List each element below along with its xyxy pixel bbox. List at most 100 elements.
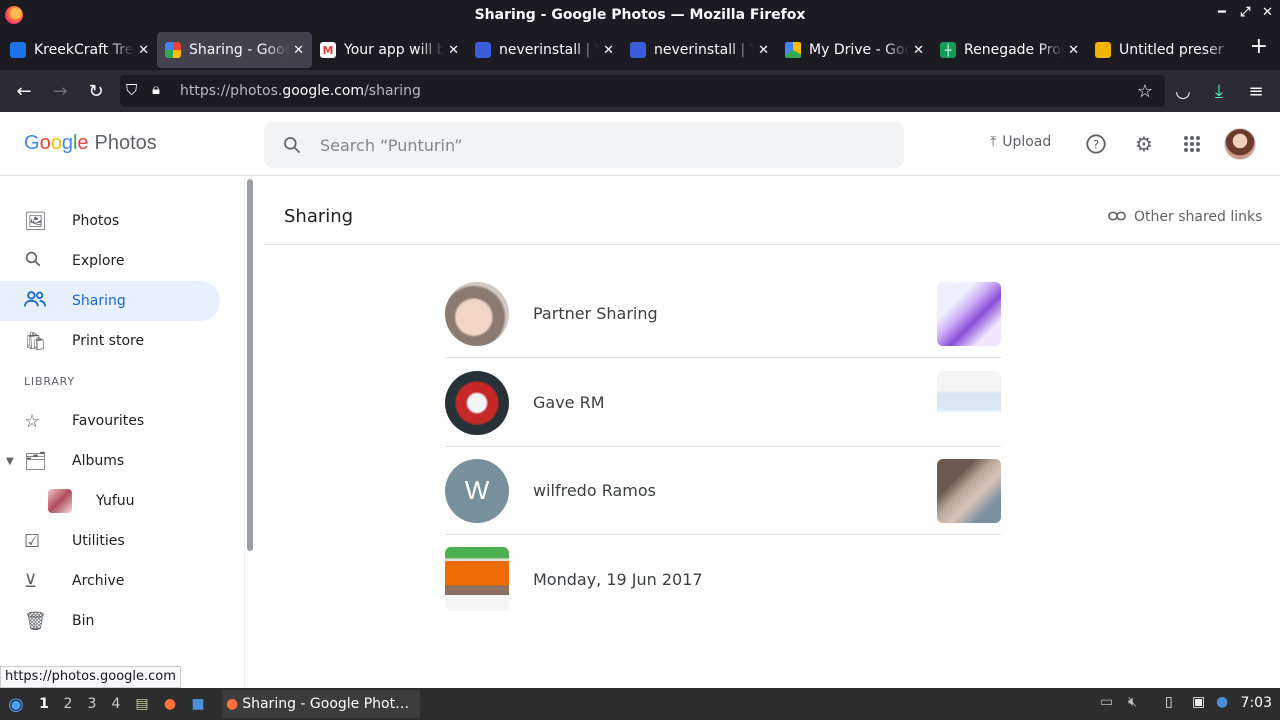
- sidebar-scrollbar[interactable]: [244, 177, 258, 688]
- back-icon[interactable]: ←: [6, 76, 42, 106]
- tab-label: Untitled preser: [1119, 42, 1224, 58]
- shopping-bag-icon: 🛍︎: [24, 330, 47, 352]
- downloads-icon[interactable]: ⤓: [1201, 76, 1237, 106]
- tab-close-icon[interactable]: ✕: [1068, 43, 1079, 58]
- account-avatar[interactable]: [1224, 128, 1256, 160]
- sidebar-item-label: Yufuu: [96, 493, 135, 509]
- tab-close-icon[interactable]: ✕: [913, 43, 924, 58]
- tab-close-icon[interactable]: ✕: [758, 43, 769, 58]
- expand-triangle-icon[interactable]: ▼: [6, 456, 14, 467]
- album-thumbnail: [48, 489, 72, 513]
- sidebar-item-explore[interactable]: Explore: [0, 241, 220, 281]
- bookmark-star-icon[interactable]: ☆: [1127, 76, 1163, 106]
- window-title: Sharing - Google Photos — Mozilla Firefo…: [474, 7, 806, 23]
- sidebar-item-bin[interactable]: 🗑︎ Bin: [0, 601, 220, 641]
- sidebar-item-label: Archive: [72, 573, 125, 589]
- desktop-icon[interactable]: ■: [184, 696, 212, 712]
- firefox-launcher-icon[interactable]: ●: [156, 696, 184, 712]
- sidebar-item-photos[interactable]: 🖼︎ Photos: [0, 201, 220, 241]
- lock-icon[interactable]: 🔒︎: [152, 80, 160, 98]
- neverinstall-favicon-icon: [475, 42, 491, 58]
- url-bar[interactable]: ⛉ 🔒︎ https://photos.google.com/sharing: [120, 75, 1165, 107]
- tab-label: neverinstall | Y: [654, 42, 755, 58]
- tab-neverinstall-2[interactable]: neverinstall | Y ✕: [622, 32, 777, 68]
- help-icon[interactable]: ?: [1082, 130, 1110, 158]
- settings-gear-icon[interactable]: ⚙: [1130, 130, 1158, 158]
- share-preview-thumbnail: [937, 458, 1001, 523]
- status-link-preview: https://photos.google.com: [0, 666, 181, 688]
- minimize-icon[interactable]: ━: [1218, 5, 1226, 20]
- tray-update-icon[interactable]: ●: [1216, 694, 1228, 710]
- tab-untitled-presentation[interactable]: Untitled preser: [1087, 32, 1242, 68]
- star-icon: ☆: [24, 410, 41, 432]
- start-menu-icon[interactable]: ◉: [0, 694, 32, 715]
- sheets-favicon-icon: ┼: [940, 42, 956, 58]
- reload-icon[interactable]: ↻: [78, 76, 114, 106]
- firefox-logo-icon: [5, 6, 23, 24]
- tab-close-icon[interactable]: ✕: [293, 43, 304, 58]
- upload-label: Upload: [1002, 134, 1052, 150]
- share-preview-thumbnail: [937, 370, 1001, 435]
- sidebar-item-label: Sharing: [72, 293, 126, 309]
- sidebar-item-album-yufuu[interactable]: Yufuu: [0, 481, 220, 521]
- other-shared-links-button[interactable]: Other shared links: [1108, 209, 1262, 225]
- tab-gmail[interactable]: M Your app will b ✕: [312, 32, 467, 68]
- sidebar-item-label: Favourites: [72, 413, 145, 429]
- tab-close-icon[interactable]: ✕: [448, 43, 459, 58]
- tray-mute-icon[interactable]: 🔇︎: [1128, 694, 1137, 710]
- tab-neverinstall-1[interactable]: neverinstall | Y ✕: [467, 32, 622, 68]
- sidebar-item-archive[interactable]: ⊻ Archive: [0, 561, 220, 601]
- workspace-3[interactable]: 3: [80, 696, 104, 712]
- tab-close-icon[interactable]: ✕: [138, 43, 149, 58]
- restore-icon[interactable]: ⤢: [1240, 5, 1250, 20]
- tray-clipboard-icon[interactable]: ▯: [1165, 694, 1173, 710]
- page-title: Sharing: [284, 206, 354, 227]
- tab-label: neverinstall | Y: [499, 42, 600, 58]
- workspace-2[interactable]: 2: [56, 696, 80, 712]
- scrollbar-thumb[interactable]: [247, 179, 253, 551]
- workspace-4[interactable]: 4: [104, 696, 128, 712]
- forward-icon[interactable]: →: [42, 76, 78, 106]
- tab-kreekcraft[interactable]: KreekCraft Tre ✕: [2, 32, 157, 68]
- taskbar-window-firefox[interactable]: ● Sharing - Google Phot…: [222, 690, 420, 718]
- sidebar-item-print-store[interactable]: 🛍︎ Print store: [0, 321, 220, 361]
- tab-my-drive[interactable]: My Drive - Goo ✕: [777, 32, 932, 68]
- tab-close-icon[interactable]: ✕: [603, 43, 614, 58]
- sidebar-item-label: Utilities: [72, 533, 125, 549]
- navigation-toolbar: ← → ↻ ⛉ 🔒︎ https://photos.google.com/sha…: [0, 70, 1280, 112]
- checklist-icon: ☑: [24, 530, 41, 552]
- trash-icon: 🗑︎: [24, 610, 47, 632]
- google-photos-logo[interactable]: Google Photos: [24, 132, 157, 155]
- menu-hamburger-icon[interactable]: ≡: [1238, 76, 1274, 106]
- share-row-gave-rm[interactable]: Gave RM: [445, 359, 1001, 447]
- sidebar-item-utilities[interactable]: ☑ Utilities: [0, 521, 220, 561]
- pocket-icon[interactable]: ◡: [1165, 76, 1201, 106]
- firefox-icon: ●: [226, 696, 239, 712]
- sidebar-item-favourites[interactable]: ☆ Favourites: [0, 401, 220, 441]
- tray-display-icon[interactable]: ▣: [1192, 694, 1205, 710]
- sidebar-item-albums[interactable]: ▼ 🗂︎ Albums: [0, 441, 220, 481]
- search-icon[interactable]: [264, 135, 320, 155]
- tray-notes-icon[interactable]: ▭: [1100, 694, 1113, 710]
- sidebar-item-label: Albums: [72, 453, 125, 469]
- sidebar-item-sharing[interactable]: Sharing: [0, 281, 220, 321]
- search-box[interactable]: [264, 122, 904, 168]
- share-row-monday-19-jun-2017[interactable]: Monday, 19 Jun 2017: [445, 535, 1001, 623]
- close-window-icon[interactable]: ✕: [1262, 5, 1273, 20]
- tab-label: My Drive - Goo: [809, 42, 910, 58]
- file-manager-icon[interactable]: ▤: [128, 696, 156, 712]
- share-row-wilfredo-ramos[interactable]: W wilfredo Ramos: [445, 447, 1001, 535]
- upload-button[interactable]: ⤒ Upload: [990, 134, 1051, 150]
- new-tab-icon[interactable]: +: [1250, 34, 1268, 59]
- search-input[interactable]: [320, 135, 880, 155]
- apps-grid-icon[interactable]: [1178, 130, 1206, 158]
- divider: [264, 244, 1280, 245]
- tab-sharing-google-photos[interactable]: Sharing - Goog ✕: [157, 32, 312, 68]
- library-section-label: LIBRARY: [24, 375, 75, 388]
- share-name: Gave RM: [533, 393, 605, 412]
- workspace-1[interactable]: 1: [32, 696, 56, 712]
- share-avatar: [445, 281, 509, 346]
- share-row-partner-sharing[interactable]: Partner Sharing: [445, 270, 1001, 358]
- tab-renegade-project[interactable]: ┼ Renegade Proj ✕: [932, 32, 1087, 68]
- shield-icon[interactable]: ⛉: [126, 81, 137, 99]
